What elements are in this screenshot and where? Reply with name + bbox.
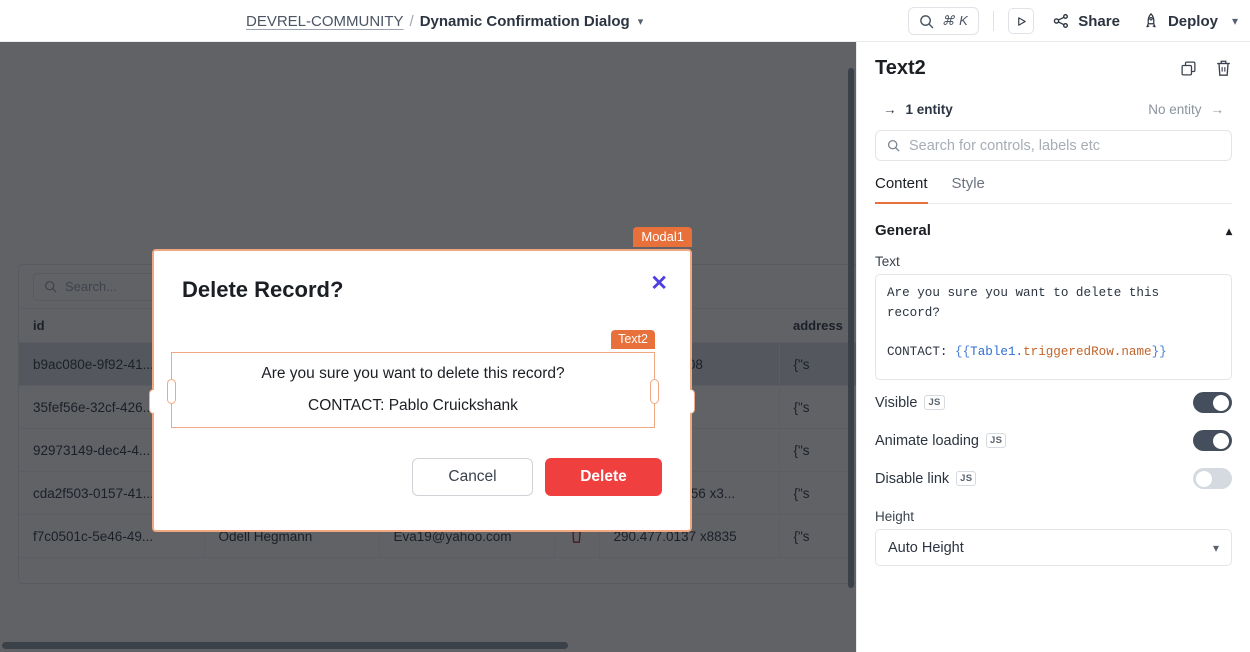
property-search-placeholder: Search for controls, labels etc	[909, 138, 1100, 154]
text-value-prefix: CONTACT:	[887, 345, 955, 359]
next-entity-label: No entity	[1148, 102, 1201, 117]
canvas-vertical-scrollbar[interactable]	[848, 68, 854, 588]
deploy-button[interactable]: Deploy	[1142, 12, 1218, 30]
cancel-button[interactable]: Cancel	[412, 458, 533, 496]
binding-object: Table1	[970, 345, 1015, 359]
modal-body-line-2: CONTACT: Pablo Cruickshank	[308, 397, 518, 415]
text-value-line-1: Are you sure you want to delete this	[887, 286, 1159, 300]
previous-entity-label: 1 entity	[906, 102, 953, 117]
search-icon	[887, 139, 900, 152]
js-badge[interactable]: JS	[924, 395, 944, 410]
tab-style[interactable]: Style	[952, 175, 985, 204]
js-badge[interactable]: JS	[986, 433, 1006, 448]
share-icon	[1052, 12, 1070, 30]
share-label: Share	[1078, 13, 1120, 30]
text-field-label: Text	[875, 254, 1232, 269]
property-pane: Text2 → 1 entity	[856, 42, 1250, 652]
property-pane-header-actions	[1180, 59, 1232, 77]
text2-widget-tag[interactable]: Text2	[611, 330, 655, 349]
canvas-horizontal-scrollbar[interactable]	[2, 642, 568, 649]
entity-navigation: → 1 entity No entity →	[875, 94, 1232, 124]
property-search-input[interactable]: Search for controls, labels etc	[875, 130, 1232, 161]
close-icon[interactable]: ✕	[650, 273, 668, 294]
height-label: Height	[875, 509, 1232, 524]
breadcrumb-org[interactable]: DEVREL-COMMUNITY	[246, 13, 404, 30]
text-field-editor[interactable]: Are you sure you want to delete this rec…	[875, 274, 1232, 380]
breadcrumb: DEVREL-COMMUNITY / Dynamic Confirmation …	[246, 0, 643, 42]
modal-body-line-1: Are you sure you want to delete this rec…	[261, 365, 564, 383]
binding-close-braces: }}	[1152, 345, 1167, 359]
disable-link-label-group: Disable link JS	[875, 471, 976, 487]
animate-loading-label: Animate loading	[875, 433, 979, 449]
height-value: Auto Height	[888, 540, 964, 556]
chevron-down-icon: ▾	[1213, 541, 1219, 555]
disable-link-toggle[interactable]	[1193, 468, 1232, 489]
text-value-line-2: record?	[887, 306, 940, 320]
search-button[interactable]: ⌘ K	[908, 7, 979, 35]
modal-title: Delete Record?	[182, 277, 662, 303]
chevron-down-icon[interactable]: ▾	[638, 15, 644, 28]
animate-loading-toggle[interactable]	[1193, 430, 1232, 451]
chevron-up-icon[interactable]: ▴	[1226, 224, 1232, 238]
breadcrumb-page[interactable]: Dynamic Confirmation Dialog	[420, 13, 630, 30]
property-pane-header: Text2	[875, 42, 1232, 94]
search-shortcut-label: ⌘ K	[941, 13, 968, 29]
toolbar-divider	[993, 11, 994, 31]
copy-icon[interactable]	[1180, 60, 1197, 77]
trash-icon[interactable]	[1215, 59, 1232, 77]
property-disable-link: Disable link JS	[875, 463, 1232, 494]
property-tabs: Content Style	[875, 175, 1232, 204]
section-general-header[interactable]: General ▴	[875, 222, 1232, 239]
modal-widget-tag[interactable]: Modal1	[633, 227, 692, 247]
js-badge[interactable]: JS	[956, 471, 976, 486]
share-button[interactable]: Share	[1052, 12, 1120, 30]
binding-open-braces: {{	[955, 345, 970, 359]
text2-widget[interactable]: Text2 Are you sure you want to delete th…	[171, 352, 655, 428]
previous-entity-link[interactable]: → 1 entity	[883, 102, 953, 117]
binding-property: triggeredRow.name	[1023, 345, 1151, 359]
property-visible: Visible JS	[875, 387, 1232, 418]
next-entity-link[interactable]: No entity →	[1148, 102, 1224, 117]
modal-widget-selection[interactable]: Modal1 Delete Record? ✕ Text2 Are you su…	[152, 249, 692, 532]
disable-link-label: Disable link	[875, 471, 949, 487]
text2-resize-handle-left[interactable]	[167, 379, 176, 404]
visible-label-group: Visible JS	[875, 395, 945, 411]
tab-content[interactable]: Content	[875, 175, 928, 204]
arrow-right-icon: →	[883, 102, 897, 117]
deploy-chevron-down-icon[interactable]: ▾	[1232, 14, 1238, 28]
arrow-right-icon: →	[1211, 102, 1225, 117]
section-general-label: General	[875, 222, 931, 239]
visible-toggle[interactable]	[1193, 392, 1232, 413]
delete-button[interactable]: Delete	[545, 458, 662, 496]
binding-dot: .	[1016, 345, 1024, 359]
page-title: Text2	[875, 57, 926, 80]
search-icon	[919, 14, 934, 29]
property-animate-loading: Animate loading JS	[875, 425, 1232, 456]
rocket-icon	[1142, 12, 1160, 30]
deploy-label: Deploy	[1168, 13, 1218, 30]
breadcrumb-separator: /	[410, 13, 414, 30]
top-bar: DEVREL-COMMUNITY / Dynamic Confirmation …	[0, 0, 1250, 42]
modal-actions: Cancel Delete	[412, 458, 662, 496]
animate-loading-label-group: Animate loading JS	[875, 433, 1006, 449]
app-root: DEVREL-COMMUNITY / Dynamic Confirmation …	[0, 0, 1250, 652]
height-select[interactable]: Auto Height ▾	[875, 529, 1232, 566]
top-bar-actions: ⌘ K Share	[908, 0, 1238, 42]
delete-record-modal: Delete Record? ✕ Text2 Are you sure you …	[154, 251, 690, 530]
visible-label: Visible	[875, 395, 917, 411]
text2-resize-handle-right[interactable]	[650, 379, 659, 404]
editor-canvas[interactable]: Search... 100 id name email phone addres…	[0, 42, 856, 652]
preview-play-button[interactable]	[1008, 8, 1034, 34]
play-icon	[1016, 16, 1027, 27]
